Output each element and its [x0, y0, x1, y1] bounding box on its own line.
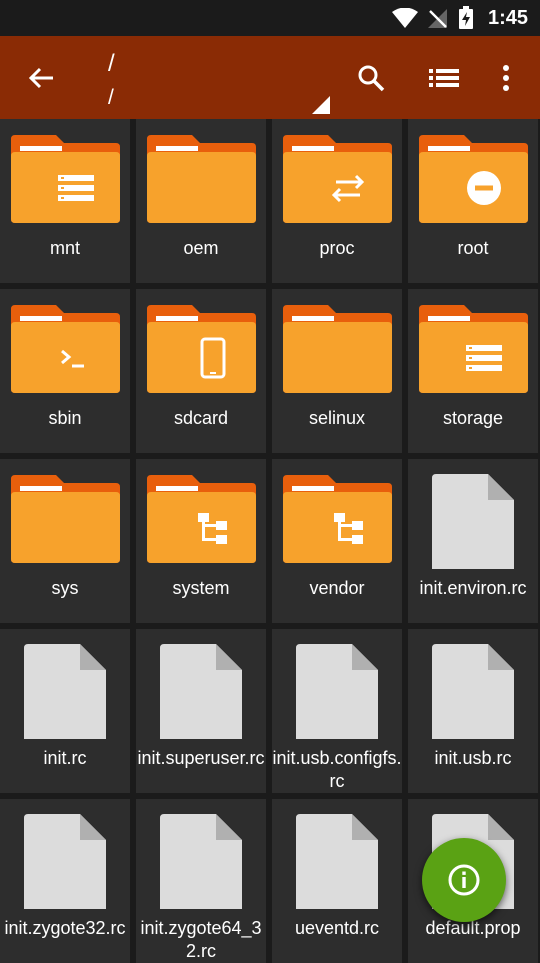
folder-icon — [419, 135, 528, 223]
item-name-label: proc — [319, 238, 355, 258]
file-item[interactable]: init.environ.rc — [408, 459, 538, 623]
wifi-icon — [392, 8, 418, 28]
path-title[interactable]: / — [108, 50, 115, 78]
folder-item[interactable]: selinux — [272, 289, 402, 453]
item-name-label: vendor — [309, 578, 365, 598]
item-name-label: ueventd.rc — [294, 918, 380, 938]
status-bar: 1:45 — [0, 0, 540, 36]
file-item[interactable]: init.superuser.rc — [136, 629, 266, 793]
path-subtitle[interactable]: / — [108, 86, 114, 110]
view-mode-button[interactable] — [420, 55, 468, 101]
file-item[interactable]: init.usb.rc — [408, 629, 538, 793]
folder-item[interactable]: sys — [0, 459, 130, 623]
item-name-label: root — [457, 238, 489, 258]
item-name-label: init.environ.rc — [419, 578, 527, 598]
file-icon — [296, 814, 378, 909]
item-name-label: init.usb.rc — [434, 748, 512, 768]
folder-icon — [283, 135, 392, 223]
folder-icon — [283, 305, 392, 393]
folder-icon — [11, 475, 120, 563]
more-vert-icon — [503, 65, 509, 91]
file-icon — [160, 814, 242, 909]
folder-item[interactable]: mnt — [0, 119, 130, 283]
item-name-label: selinux — [308, 408, 366, 428]
folder-item[interactable]: storage — [408, 289, 538, 453]
item-name-label: sdcard — [173, 408, 229, 428]
item-name-label: oem — [183, 238, 219, 258]
file-item[interactable]: init.zygote32.rc — [0, 799, 130, 963]
file-grid: mnt oem proc root sbin sdcard selinux st… — [0, 119, 540, 963]
folder-icon — [419, 305, 528, 393]
item-name-label: mnt — [49, 238, 80, 258]
info-fab-button[interactable] — [422, 838, 506, 922]
folder-icon — [147, 475, 256, 563]
arrow-left-icon — [28, 67, 53, 89]
file-icon — [296, 644, 378, 739]
item-name-label: sbin — [48, 408, 82, 428]
item-name-label: init.usb.configfs.rc — [272, 748, 402, 791]
storage-badge-icon — [58, 175, 94, 201]
file-icon — [432, 474, 514, 569]
file-icon — [432, 644, 514, 739]
file-icon — [24, 814, 106, 909]
overflow-menu-button[interactable] — [486, 55, 526, 101]
app-bar: / / — [0, 36, 540, 119]
file-item[interactable]: ueventd.rc — [272, 799, 402, 963]
item-name-label: init.zygote64_32.rc — [140, 918, 262, 961]
folder-item[interactable]: root — [408, 119, 538, 283]
storage-badge-icon — [466, 345, 502, 371]
file-item[interactable]: init.usb.configfs.rc — [272, 629, 402, 793]
folder-item[interactable]: vendor — [272, 459, 402, 623]
file-icon — [24, 644, 106, 739]
minus-circle-icon — [467, 171, 501, 205]
file-item[interactable]: init.zygote64_32.rc — [136, 799, 266, 963]
file-item[interactable]: init.rc — [0, 629, 130, 793]
dropdown-triangle-icon[interactable] — [312, 96, 330, 114]
item-name-label: storage — [442, 408, 504, 428]
list-view-icon — [429, 69, 459, 87]
no-signal-icon — [428, 9, 447, 28]
folder-icon — [147, 305, 256, 393]
battery-charging-icon — [459, 6, 473, 29]
file-icon — [160, 644, 242, 739]
info-icon — [448, 864, 480, 896]
folder-item[interactable]: proc — [272, 119, 402, 283]
item-name-label: init.superuser.rc — [137, 748, 265, 768]
folder-item[interactable]: sbin — [0, 289, 130, 453]
item-name-label: system — [172, 578, 230, 598]
folder-icon — [283, 475, 392, 563]
back-button[interactable] — [18, 55, 64, 101]
folder-icon — [147, 135, 256, 223]
folder-item[interactable]: sdcard — [136, 289, 266, 453]
search-icon — [358, 65, 385, 92]
folder-item[interactable]: system — [136, 459, 266, 623]
item-name-label: init.rc — [43, 748, 87, 768]
search-button[interactable] — [348, 55, 394, 101]
folder-icon — [11, 135, 120, 223]
item-name-label: init.zygote32.rc — [4, 918, 126, 938]
clock: 1:45 — [487, 7, 528, 29]
item-name-label: sys — [51, 578, 79, 598]
folder-item[interactable]: oem — [136, 119, 266, 283]
folder-icon — [11, 305, 120, 393]
